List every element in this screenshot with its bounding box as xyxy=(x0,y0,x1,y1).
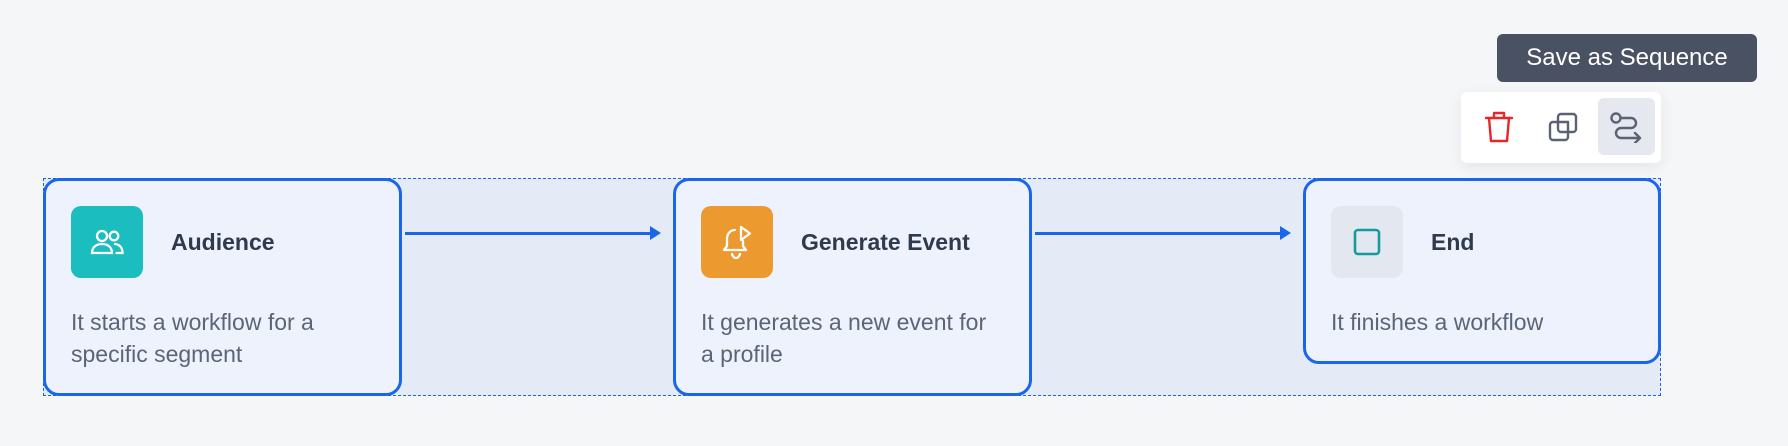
connector-arrow xyxy=(405,226,661,240)
duplicate-icon xyxy=(1548,112,1577,141)
bell-play-icon xyxy=(701,206,773,278)
connector-arrow xyxy=(1035,226,1291,240)
duplicate-button[interactable] xyxy=(1534,98,1591,155)
delete-button[interactable] xyxy=(1470,98,1527,155)
node-description: It generates a new event for a profile xyxy=(701,309,987,367)
node-toolbar xyxy=(1461,92,1661,163)
trash-icon xyxy=(1484,111,1513,142)
save-as-sequence-tooltip: Save as Sequence xyxy=(1497,34,1757,82)
node-title: Audience xyxy=(171,229,275,255)
route-icon xyxy=(1609,111,1641,143)
stop-square-icon xyxy=(1331,206,1403,278)
users-icon xyxy=(71,206,143,278)
audience-node[interactable]: Audience It starts a workflow for a spec… xyxy=(43,178,402,396)
node-description: It starts a workflow for a specific segm… xyxy=(71,309,314,367)
node-title: End xyxy=(1431,229,1475,255)
end-node[interactable]: End It finishes a workflow xyxy=(1303,178,1661,364)
save-as-sequence-button[interactable] xyxy=(1598,98,1655,155)
generate-event-node[interactable]: Generate Event It generates a new event … xyxy=(673,178,1032,396)
node-description: It finishes a workflow xyxy=(1331,309,1544,335)
node-title: Generate Event xyxy=(801,229,970,255)
